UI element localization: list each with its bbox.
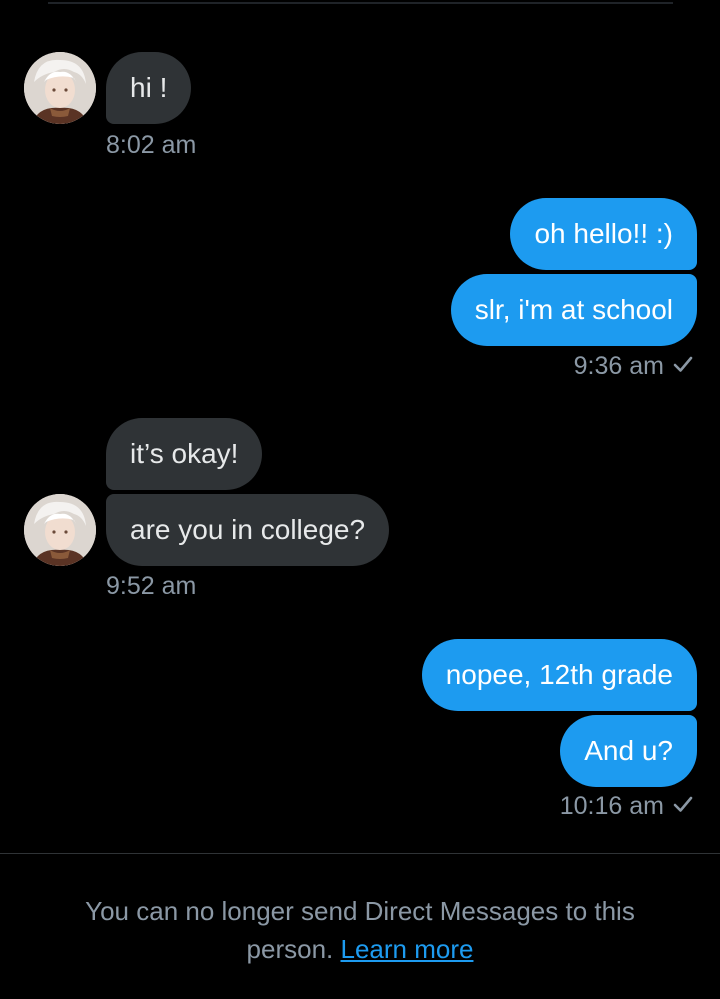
message-bubble-outgoing[interactable]: oh hello!! :) xyxy=(510,198,697,270)
message-bubble-incoming[interactable]: it’s okay! xyxy=(106,418,263,490)
message-timestamp: 9:36 am xyxy=(573,352,664,380)
sender-avatar[interactable] xyxy=(24,494,96,566)
message-timestamp: 9:52 am xyxy=(106,572,197,600)
checkmark-icon xyxy=(672,793,694,822)
message-bubble-incoming[interactable]: are you in college? xyxy=(106,494,390,566)
dm-disabled-notice: You can no longer send Direct Messages t… xyxy=(40,892,680,968)
message-timestamp: 8:02 am xyxy=(106,131,197,159)
top-divider xyxy=(48,2,673,4)
checkmark-icon xyxy=(672,353,694,382)
message-timestamp: 10:16 am xyxy=(559,792,664,820)
message-timestamp-row: 10:16 am xyxy=(560,792,694,822)
learn-more-link[interactable]: Learn more xyxy=(341,934,474,964)
message-bubble-outgoing[interactable]: slr, i'm at school xyxy=(450,274,697,346)
sender-avatar[interactable] xyxy=(24,52,96,124)
message-timestamp-row: 9:36 am xyxy=(574,352,694,382)
message-bubble-incoming[interactable]: hi ! xyxy=(106,52,192,124)
composer-divider xyxy=(0,853,720,854)
message-bubble-outgoing[interactable]: And u? xyxy=(560,715,697,787)
message-bubble-outgoing[interactable]: nopee, 12th grade xyxy=(421,639,697,711)
dm-conversation: hi ! 8:02 am oh hello!! :) slr, i'm at s… xyxy=(0,0,720,999)
